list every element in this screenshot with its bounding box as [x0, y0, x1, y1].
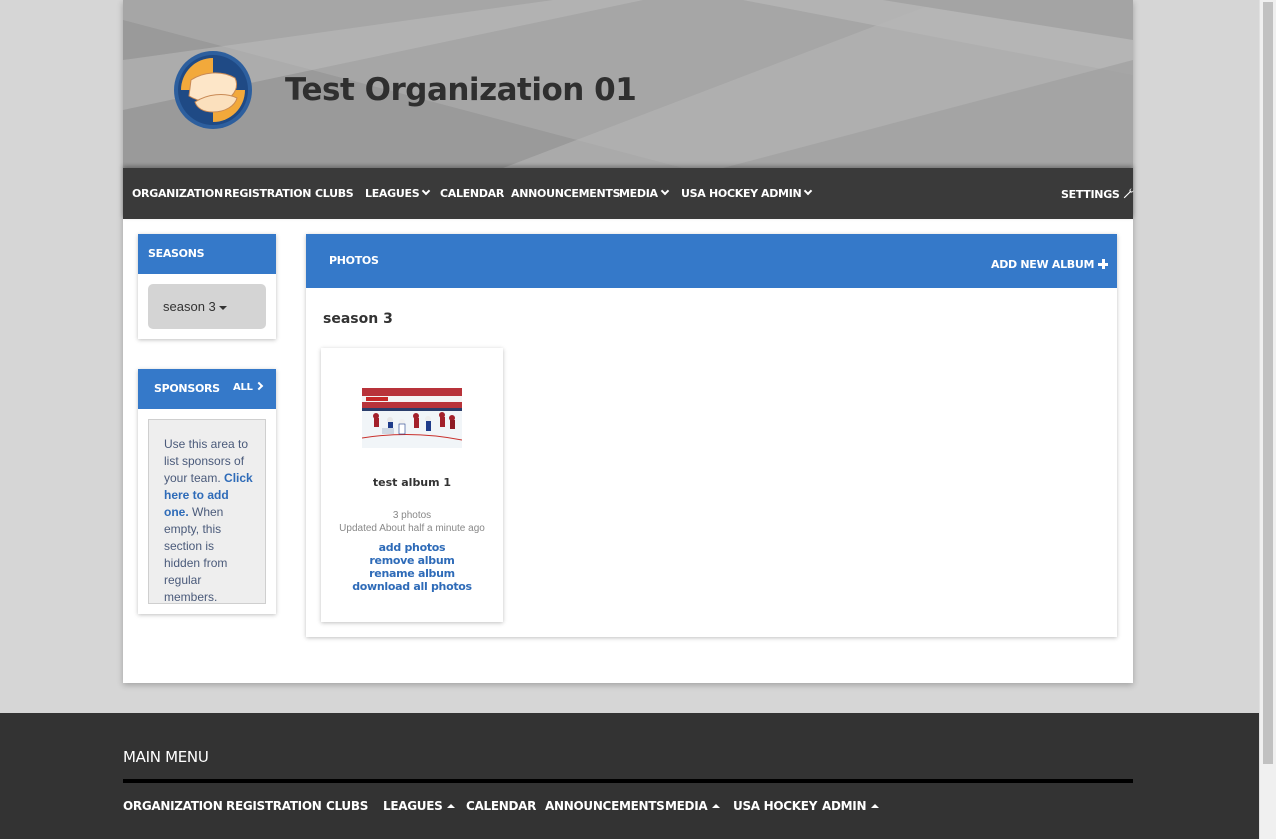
- nav-label: CLUBS: [315, 187, 354, 200]
- plus-icon: [1098, 259, 1109, 269]
- add-album-label: ADD NEW ALBUM: [991, 258, 1095, 271]
- nav-item-announcements[interactable]: ANNOUNCEMENTS: [511, 187, 621, 200]
- seasons-title: SEASONS: [148, 247, 205, 260]
- nav-label: ANNOUNCEMENTS: [511, 187, 621, 200]
- seasons-panel-header: SEASONS: [138, 234, 276, 274]
- sponsors-text-note: When empty, this section is hidden from …: [164, 505, 228, 604]
- nav-item-admin[interactable]: ADMIN: [761, 186, 813, 200]
- nav-item-organization[interactable]: ORGANIZATION: [132, 187, 223, 200]
- org-title: Test Organization 01: [285, 72, 637, 108]
- footer-divider: [123, 779, 1133, 783]
- nav-label: CALENDAR: [440, 187, 505, 200]
- album-title[interactable]: test album 1: [321, 476, 503, 489]
- season-select-label: season 3: [163, 299, 216, 314]
- caret-up-icon: [712, 803, 721, 808]
- caret-up-icon: [447, 803, 456, 808]
- nav-item-usa-hockey[interactable]: USA HOCKEY: [681, 187, 758, 200]
- footer-item-usa-hockey[interactable]: USA HOCKEY: [733, 799, 817, 813]
- footer-label: CLUBS: [326, 799, 369, 813]
- main-nav: ORGANIZATION REGISTRATION CLUBS LEAGUES …: [123, 168, 1134, 219]
- header-banner: Test Organization 01: [123, 0, 1133, 168]
- album-updated-time: Updated About half a minute ago: [339, 523, 485, 534]
- sponsors-panel: SPONSORS ALL Use this area to list spons…: [138, 369, 276, 614]
- nav-label: MEDIA: [619, 187, 658, 200]
- footer-label: ADMIN: [822, 799, 867, 813]
- wrench-icon: [1123, 188, 1134, 199]
- photos-title: PHOTOS: [329, 254, 379, 267]
- album-card: test album 1 3 photos Updated About half…: [321, 348, 503, 622]
- nav-label: LEAGUES: [365, 187, 420, 200]
- nav-item-leagues[interactable]: LEAGUES: [365, 186, 431, 200]
- nav-item-media[interactable]: MEDIA: [619, 186, 669, 200]
- scrollbar-thumb[interactable]: [1263, 2, 1273, 764]
- hands-logo-icon[interactable]: [173, 50, 253, 130]
- nav-item-clubs[interactable]: CLUBS: [315, 187, 354, 200]
- footer-item-organization[interactable]: ORGANIZATION: [123, 799, 223, 813]
- sponsors-all-label: ALL: [233, 382, 253, 393]
- add-new-album-button[interactable]: ADD NEW ALBUM: [991, 258, 1109, 271]
- chevron-down-icon: [804, 186, 813, 196]
- photos-panel-header: PHOTOS ADD NEW ALBUM: [306, 234, 1117, 288]
- footer-title: MAIN MENU: [123, 748, 209, 766]
- season-heading: season 3: [323, 311, 393, 327]
- chevron-down-icon: [422, 186, 431, 196]
- nav-item-calendar[interactable]: CALENDAR: [440, 187, 504, 200]
- caret-up-icon: [871, 803, 880, 808]
- footer-label: USA HOCKEY: [733, 799, 818, 813]
- footer-label: CALENDAR: [466, 799, 537, 813]
- sponsors-empty-message: Use this area to list sponsors of your t…: [148, 419, 266, 604]
- footer-label: ANNOUNCEMENTS: [545, 799, 665, 813]
- sponsors-panel-header: SPONSORS ALL: [138, 369, 276, 409]
- nav-label: ORGANIZATION: [132, 187, 223, 200]
- album-photo-count: 3 photos: [392, 510, 432, 521]
- page-scrollbar[interactable]: [1259, 0, 1276, 839]
- nav-item-settings[interactable]: SETTINGS: [1061, 187, 1134, 201]
- footer-item-calendar[interactable]: CALENDAR: [466, 799, 536, 813]
- download-all-photos-link[interactable]: download all photos: [321, 580, 503, 593]
- page-container: Test Organization 01 ORGANIZATION REGIST…: [123, 0, 1134, 683]
- sponsors-all-link[interactable]: ALL: [233, 381, 263, 393]
- add-photos-link[interactable]: add photos: [321, 541, 503, 554]
- nav-label: REGISTRATION: [224, 187, 312, 200]
- footer: MAIN MENU ORGANIZATION REGISTRATION CLUB…: [0, 713, 1259, 839]
- footer-item-registration[interactable]: REGISTRATION: [226, 799, 322, 813]
- footer-item-media[interactable]: MEDIA: [665, 799, 721, 813]
- seasons-panel: SEASONS season 3: [138, 234, 276, 339]
- season-select-button[interactable]: season 3: [148, 284, 266, 329]
- album-thumbnail[interactable]: [362, 388, 462, 448]
- footer-item-admin[interactable]: ADMIN: [822, 799, 880, 813]
- chevron-down-icon: [660, 186, 669, 196]
- footer-item-leagues[interactable]: LEAGUES: [383, 799, 456, 813]
- nav-label: ADMIN: [761, 187, 802, 200]
- rename-album-link[interactable]: rename album: [321, 567, 503, 580]
- photos-panel: PHOTOS ADD NEW ALBUM season 3 test album…: [306, 234, 1117, 637]
- footer-item-clubs[interactable]: CLUBS: [326, 799, 368, 813]
- remove-album-link[interactable]: remove album: [321, 554, 503, 567]
- footer-label: MEDIA: [665, 799, 708, 813]
- nav-label: SETTINGS: [1061, 188, 1120, 201]
- nav-label: USA HOCKEY: [681, 187, 758, 200]
- sponsors-title: SPONSORS: [154, 382, 220, 395]
- footer-label: LEAGUES: [383, 799, 443, 813]
- footer-item-announcements[interactable]: ANNOUNCEMENTS: [545, 799, 665, 813]
- chevron-right-icon: [254, 381, 263, 391]
- caret-down-icon: [218, 305, 227, 310]
- nav-item-registration[interactable]: REGISTRATION: [224, 187, 312, 200]
- footer-label: REGISTRATION: [226, 799, 322, 813]
- footer-label: ORGANIZATION: [123, 799, 223, 813]
